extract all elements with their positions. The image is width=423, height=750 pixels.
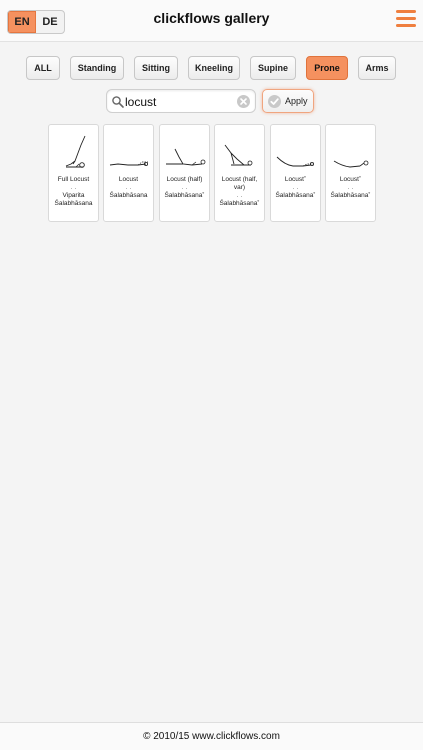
apply-label: Apply [285,96,308,106]
filter-sitting-button[interactable]: Sitting [134,56,178,80]
category-filter-bar: ALL Standing Sitting Kneeling Supine Pro… [0,56,423,80]
pose-sanskrit-name: Śalabhāsana [109,192,148,199]
pose-card-locust-half[interactable]: Locust (half) · · Śalabhāsana˚ [159,124,210,222]
filter-supine-button[interactable]: Supine [250,56,296,80]
footer: © 2010/15 www.clickflows.com [0,722,423,750]
pose-dots: · · [125,186,132,192]
pose-card-locust-variant-2[interactable]: Locust˚ · · Śalabhāsana˚ [325,124,376,222]
locust-variant-figure-icon [333,160,369,168]
pose-sanskrit-name: Śalabhāsana˚ [219,200,260,207]
pose-card-locust[interactable]: Locust · · Śalabhāsana [103,124,154,222]
pose-sanskrit-name: Śalabhāsana˚ [275,192,316,199]
pose-name: Locust˚ [339,176,362,183]
locust-figure-icon [109,161,149,166]
locust-variant-figure-icon [276,156,315,167]
copyright-text: © 2010/15 www.clickflows.com [143,731,280,742]
pose-sanskrit-name: Viparita Śalabhāsana [54,192,93,207]
filter-kneeling-button[interactable]: Kneeling [188,56,240,80]
pose-sanskrit-name: Śalabhāsana˚ [164,192,205,199]
pose-name: Locust (half) [166,176,203,183]
pose-name: Locust˚ [284,176,307,183]
pose-name: Locust (half, var) [221,176,258,191]
pose-name: Locust [118,176,139,183]
search-input[interactable] [125,93,235,110]
hamburger-menu-icon[interactable] [396,10,416,28]
locust-half-figure-icon [166,148,206,166]
pose-sanskrit-name: Śalabhāsana˚ [330,192,371,199]
clear-search-icon[interactable] [236,94,251,109]
pose-dots: · · [70,186,77,192]
pose-dots: · · [292,186,299,192]
filter-all-button[interactable]: ALL [26,56,60,80]
filter-standing-button[interactable]: Standing [70,56,124,80]
apply-button[interactable]: Apply [262,89,314,113]
pose-dots: · · [347,186,354,192]
pose-name: Full Locust [57,176,90,183]
pose-dots: · · [236,194,243,200]
pose-card-locust-half-var[interactable]: Locust (half, var) · · Śalabhāsana˚ [214,124,265,222]
app-header: EN DE clickflows gallery [0,0,423,42]
pose-card-grid: Full Locust · · Viparita Śalabhāsana Loc… [0,124,423,224]
locust-half-var-figure-icon [224,144,253,166]
pose-card-full-locust[interactable]: Full Locust · · Viparita Śalabhāsana [48,124,99,222]
pose-card-locust-variant-1[interactable]: Locust˚ · · Śalabhāsana˚ [270,124,321,222]
full-locust-figure-icon [65,135,86,168]
search-box [106,89,256,113]
search-icon [112,96,124,108]
filter-prone-button[interactable]: Prone [306,56,348,80]
app-title: clickflows gallery [153,10,270,26]
filter-arms-button[interactable]: Arms [358,56,396,80]
checkmark-icon [268,94,281,108]
pose-dots: · · [181,186,188,192]
